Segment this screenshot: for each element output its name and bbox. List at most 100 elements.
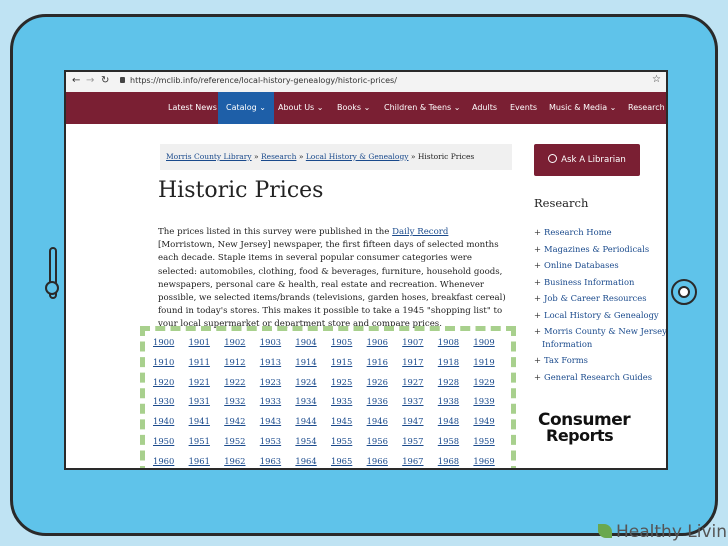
forward-icon[interactable]: → [86,75,94,86]
nav-item-events[interactable]: Events [510,92,537,124]
year-link[interactable]: 1912 [224,357,245,367]
year-link[interactable]: 1902 [224,337,245,347]
year-link[interactable]: 1965 [331,456,352,466]
bookmark-star-icon[interactable]: ☆ [652,74,661,85]
year-link[interactable]: 1930 [153,396,174,406]
year-link[interactable]: 1931 [189,396,210,406]
year-link[interactable]: 1963 [260,456,281,466]
year-link[interactable]: 1920 [153,377,174,387]
year-link[interactable]: 1945 [331,416,352,426]
research-link[interactable]: + General Research Guides [534,371,652,384]
year-link[interactable]: 1934 [295,396,316,406]
nav-item-books[interactable]: Books ⌄ [337,92,370,124]
year-link[interactable]: 1901 [189,337,210,347]
year-link[interactable]: 1966 [367,456,388,466]
research-link[interactable]: + Business Information [534,276,634,289]
year-link[interactable]: 1913 [260,357,281,367]
address-bar[interactable]: ← → ↻ https://mclib.info/reference/local… [66,72,666,93]
research-link[interactable]: + Local History & Genealogy [534,309,659,322]
nav-item-latest-news[interactable]: Latest News [168,92,217,124]
year-link[interactable]: 1969 [473,456,494,466]
year-link[interactable]: 1941 [189,416,210,426]
year-link[interactable]: 1956 [367,436,388,446]
nav-item-about-us[interactable]: About Us ⌄ [278,92,323,124]
year-link[interactable]: 1955 [331,436,352,446]
year-link[interactable]: 1953 [260,436,281,446]
year-link[interactable]: 1926 [367,377,388,387]
daily-record-link[interactable]: Daily Record [392,227,448,237]
year-link[interactable]: 1907 [402,337,423,347]
nav-item-adults[interactable]: Adults [472,92,497,124]
year-link[interactable]: 1951 [189,436,210,446]
year-link[interactable]: 1958 [438,436,459,446]
year-link[interactable]: 1905 [331,337,352,347]
year-link[interactable]: 1914 [295,357,316,367]
consumer-reports-logo[interactable]: Consumer Reports [538,412,631,444]
year-link[interactable]: 1921 [189,377,210,387]
nav-item-music-media[interactable]: Music & Media ⌄ [549,92,616,124]
year-link[interactable]: 1906 [367,337,388,347]
year-link[interactable]: 1936 [367,396,388,406]
ask-librarian-button[interactable]: Ask A Librarian [534,144,640,176]
year-link[interactable]: 1903 [260,337,281,347]
year-link[interactable]: 1922 [224,377,245,387]
home-button[interactable] [671,279,697,305]
year-link[interactable]: 1900 [153,337,174,347]
year-link[interactable]: 1910 [153,357,174,367]
year-link[interactable]: 1962 [224,456,245,466]
research-link[interactable]: + Morris County & New Jersey [534,325,666,338]
year-link[interactable]: 1948 [438,416,459,426]
year-link[interactable]: 1919 [473,357,494,367]
breadcrumb-local-history[interactable]: Local History & Genealogy [306,152,409,161]
year-link[interactable]: 1916 [367,357,388,367]
year-link[interactable]: 1935 [331,396,352,406]
nav-item-research[interactable]: Research ⌄ [628,92,666,124]
nav-item-children-teens[interactable]: Children & Teens ⌄ [384,92,460,124]
reload-icon[interactable]: ↻ [101,75,109,86]
year-link[interactable]: 1943 [260,416,281,426]
research-link[interactable]: Information [542,338,592,351]
year-link[interactable]: 1909 [473,337,494,347]
year-link[interactable]: 1932 [224,396,245,406]
year-link[interactable]: 1923 [260,377,281,387]
nav-item-catalog[interactable]: Catalog ⌄ [218,92,274,124]
research-link[interactable]: + Magazines & Periodicals [534,243,649,256]
year-link[interactable]: 1959 [473,436,494,446]
research-link[interactable]: + Online Databases [534,259,619,272]
year-link[interactable]: 1937 [402,396,423,406]
year-link[interactable]: 1944 [295,416,316,426]
year-link[interactable]: 1928 [438,377,459,387]
year-link[interactable]: 1904 [295,337,316,347]
year-link[interactable]: 1957 [402,436,423,446]
year-link[interactable]: 1940 [153,416,174,426]
year-link[interactable]: 1949 [473,416,494,426]
breadcrumb-research[interactable]: Research [261,152,296,161]
research-link[interactable]: + Tax Forms [534,354,588,367]
year-link[interactable]: 1911 [189,357,210,367]
year-link[interactable]: 1961 [189,456,210,466]
year-link[interactable]: 1942 [224,416,245,426]
year-link[interactable]: 1954 [295,436,316,446]
year-link[interactable]: 1960 [153,456,174,466]
breadcrumb-home[interactable]: Morris County Library [166,152,252,161]
year-link[interactable]: 1915 [331,357,352,367]
year-link[interactable]: 1967 [402,456,423,466]
year-link[interactable]: 1968 [438,456,459,466]
year-link[interactable]: 1947 [402,416,423,426]
research-link[interactable]: + Job & Career Resources [534,292,647,305]
url-text[interactable]: https://mclib.info/reference/local-histo… [130,76,397,85]
year-link[interactable]: 1925 [331,377,352,387]
year-link[interactable]: 1952 [224,436,245,446]
year-link[interactable]: 1924 [295,377,316,387]
year-link[interactable]: 1929 [473,377,494,387]
year-link[interactable]: 1933 [260,396,281,406]
year-link[interactable]: 1950 [153,436,174,446]
year-link[interactable]: 1938 [438,396,459,406]
year-link[interactable]: 1964 [295,456,316,466]
year-link[interactable]: 1946 [367,416,388,426]
back-icon[interactable]: ← [72,75,80,86]
year-link[interactable]: 1918 [438,357,459,367]
year-link[interactable]: 1927 [402,377,423,387]
research-link[interactable]: + Research Home [534,226,612,239]
year-link[interactable]: 1939 [473,396,494,406]
